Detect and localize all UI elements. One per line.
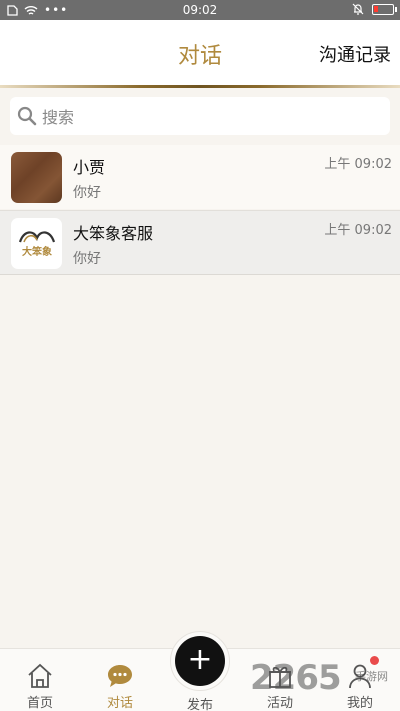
contact-name: 大笨象客服 bbox=[73, 224, 154, 243]
avatar bbox=[11, 152, 62, 203]
battery-icon bbox=[372, 3, 397, 15]
message-time: 上午 09:02 bbox=[324, 157, 392, 172]
publish-button[interactable]: + bbox=[175, 636, 225, 686]
brand-logo: 大笨象 bbox=[18, 230, 55, 258]
communication-records-button[interactable]: 沟通记录 bbox=[319, 41, 391, 67]
status-time: 09:02 bbox=[182, 3, 218, 17]
tab-chat-label: 对话 bbox=[106, 696, 133, 711]
svg-text:大笨象: 大笨象 bbox=[22, 245, 52, 258]
last-message: 你好 bbox=[73, 251, 101, 267]
search-icon bbox=[17, 106, 37, 126]
watermark-sub: 手游网 bbox=[355, 670, 388, 683]
tab-publish-label: 发布 bbox=[186, 698, 213, 711]
search-input[interactable]: 搜索 bbox=[10, 97, 390, 135]
header-divider bbox=[0, 85, 400, 88]
home-icon bbox=[28, 663, 52, 688]
tab-home[interactable]: 首页 bbox=[0, 649, 80, 711]
contact-name: 小贾 bbox=[73, 158, 106, 177]
plus-icon: + bbox=[187, 642, 213, 677]
conversation-item[interactable]: 大笨象 大笨象客服 你好 上午 09:02 bbox=[0, 210, 400, 275]
message-time: 上午 09:02 bbox=[324, 223, 392, 238]
search-placeholder: 搜索 bbox=[42, 108, 75, 127]
status-bar: ••• 09:02 bbox=[0, 0, 400, 20]
mute-bell-icon bbox=[352, 3, 364, 15]
app-header: 对话 沟通记录 bbox=[0, 20, 400, 86]
tab-chat[interactable]: 对话 bbox=[80, 649, 160, 711]
avatar: 大笨象 bbox=[11, 218, 62, 269]
last-message: 你好 bbox=[73, 185, 101, 201]
status-icons-right bbox=[352, 3, 397, 15]
tab-home-label: 首页 bbox=[26, 696, 53, 711]
watermark: 2265 bbox=[250, 658, 342, 698]
notification-badge bbox=[370, 656, 379, 665]
chat-bubble-icon bbox=[108, 665, 132, 687]
conversation-item[interactable]: 小贾 你好 上午 09:02 bbox=[0, 145, 400, 209]
